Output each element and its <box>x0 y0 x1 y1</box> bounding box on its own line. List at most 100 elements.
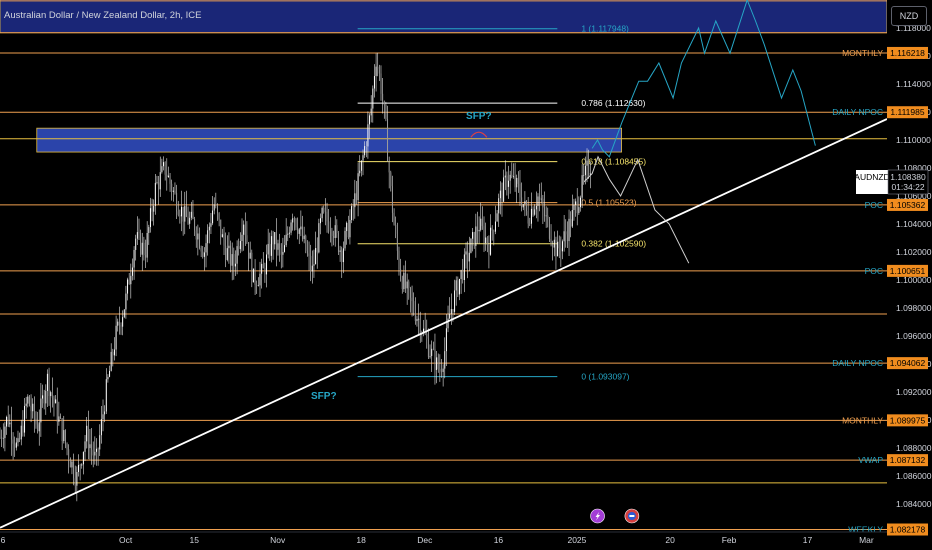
candle-body <box>391 186 393 213</box>
flag-icon[interactable] <box>624 508 640 524</box>
candle-body <box>64 430 66 444</box>
candle-body <box>396 234 398 251</box>
candle-body <box>225 245 227 260</box>
candle-body <box>167 175 169 177</box>
candle-body <box>576 201 578 213</box>
candle-body <box>172 190 174 192</box>
candle-body <box>352 206 354 208</box>
candle-body <box>159 172 161 190</box>
candle-body <box>517 177 519 184</box>
candle-body <box>74 478 76 486</box>
candle-body <box>565 231 567 235</box>
candle-body <box>499 190 501 199</box>
candle-body <box>292 218 294 223</box>
time-tick-label: Feb <box>722 535 737 545</box>
candle-body <box>355 193 357 201</box>
candle-body <box>27 396 29 404</box>
time-axis[interactable]: 6 Oct 15 Nov 18 Dec 16 2025 20 Feb 17 Mar <box>0 531 887 545</box>
candle-body <box>19 438 21 440</box>
candle-body <box>303 235 305 240</box>
candle-body <box>277 243 279 250</box>
candle-body <box>455 280 457 291</box>
candle-body <box>529 223 531 225</box>
candle-body <box>264 268 266 275</box>
candle-body <box>200 248 202 252</box>
candle-body <box>73 461 75 479</box>
candle-body <box>328 221 330 231</box>
candle-body <box>100 419 102 436</box>
candle-body <box>519 183 521 198</box>
candle-body <box>272 236 274 245</box>
candle-body <box>408 281 410 288</box>
candle-body <box>537 196 539 206</box>
candle-body <box>429 356 431 357</box>
candle-body <box>109 370 111 377</box>
candle-body <box>521 197 523 208</box>
candle-body <box>326 211 328 222</box>
candle-body <box>156 182 158 183</box>
event-icons <box>590 508 640 524</box>
candle-body <box>166 174 168 177</box>
candle-body <box>163 162 165 167</box>
candle-body <box>192 211 194 219</box>
candle-body <box>506 175 508 187</box>
candle-body <box>243 224 245 235</box>
candle-body <box>372 88 374 109</box>
candle-body <box>17 438 19 443</box>
candle-body <box>30 405 32 412</box>
candle-body <box>287 233 289 235</box>
candle-body <box>279 243 281 249</box>
candle-body <box>45 390 47 404</box>
candle-body <box>81 464 83 466</box>
candle-body <box>467 251 469 262</box>
ascending-trendline[interactable] <box>0 118 888 529</box>
candle-body <box>494 221 496 232</box>
time-tick-label: Mar <box>859 535 874 545</box>
candle-body <box>297 227 299 234</box>
candle-body <box>130 275 132 285</box>
candle-body <box>449 313 451 319</box>
price-chart[interactable]: MONTHLY DAILY NPOC POC POC DAILY NPOC MONTHLY… <box>0 0 932 550</box>
time-tick-label: 20 <box>665 535 675 545</box>
candle-body <box>444 351 446 369</box>
level-label: VWAP <box>858 455 883 465</box>
lightning-icon[interactable] <box>590 508 605 524</box>
candle-body <box>450 309 452 314</box>
level-label: DAILY NPOC <box>832 107 883 117</box>
candle-body <box>135 238 137 250</box>
candle-body <box>323 207 325 212</box>
candle-body <box>241 234 243 241</box>
candle-body <box>79 465 81 466</box>
candle-body <box>411 297 413 302</box>
candle-body <box>341 250 343 263</box>
candle-body <box>357 173 359 201</box>
candle-body <box>107 376 109 380</box>
level-price-tag-text: 1.111985 <box>890 107 924 117</box>
candle-body <box>38 422 40 432</box>
candle-body <box>266 254 268 275</box>
candle-body <box>553 239 555 248</box>
candle-body <box>349 220 351 238</box>
level-price-tag-text: 1.087132 <box>890 455 926 465</box>
candle-body <box>561 241 563 252</box>
candle-body <box>53 397 55 404</box>
currency-selector[interactable]: NZD <box>891 6 927 26</box>
candle-body <box>252 268 254 283</box>
candle-body <box>473 232 475 247</box>
candle-body <box>203 252 205 257</box>
candle-body <box>50 392 52 397</box>
candle-body <box>339 250 341 252</box>
candle-body <box>221 234 223 238</box>
level-label: MONTHLY <box>842 415 883 425</box>
sfp-annotation[interactable]: SFP? <box>466 111 492 122</box>
sfp-annotation[interactable]: SFP? <box>311 391 337 402</box>
candle-body <box>509 174 511 181</box>
candle-body <box>20 425 22 440</box>
candle-body <box>579 197 581 208</box>
zone-1[interactable] <box>36 127 622 153</box>
fib-level-label: 0.382 (1.102590) <box>581 239 646 249</box>
candle-body <box>390 172 392 187</box>
levels-layer: MONTHLY DAILY NPOC POC POC DAILY NPOC MONTHLY… <box>0 0 887 535</box>
level-price-tag-text: 1.082178 <box>890 525 926 535</box>
candle-body <box>12 439 14 444</box>
